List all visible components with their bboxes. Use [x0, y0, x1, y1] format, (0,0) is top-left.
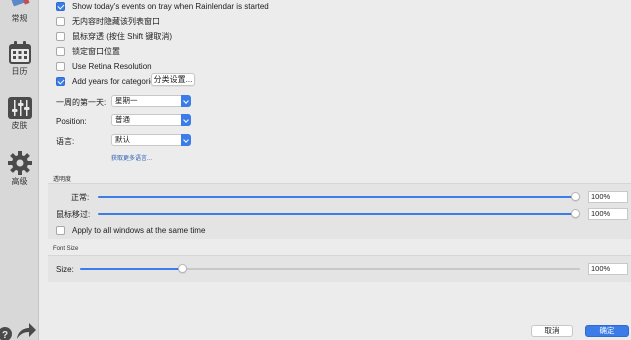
select-value: 星期一	[115, 96, 138, 105]
sidebar-item-label: 常规	[11, 14, 28, 23]
sidebar-item-general[interactable]: 常规	[0, 0, 39, 24]
checkbox-label: 鼠标穿透 (按住 Shift 键取消)	[72, 31, 173, 41]
language-label: 语言:	[56, 137, 75, 146]
gear-icon	[7, 151, 32, 175]
font-size-label: Size:	[56, 265, 74, 274]
normal-opacity-label: 正常:	[71, 193, 90, 202]
checkbox[interactable]	[56, 31, 65, 41]
hover-opacity-label: 鼠标移过:	[56, 210, 91, 219]
sidebar: 常规 日历 皮肤 高级 ?	[0, 0, 39, 340]
sidebar-item-calendar[interactable]: 日历	[0, 41, 39, 77]
chevron-down-icon	[181, 134, 191, 146]
sidebar-item-skin[interactable]: 皮肤	[0, 97, 39, 131]
svg-text:?: ?	[2, 330, 8, 340]
hover-opacity-slider[interactable]	[98, 213, 576, 215]
checkbox[interactable]	[56, 1, 65, 11]
checkbox-row-click-through[interactable]: 鼠标穿透 (按住 Shift 键取消)	[56, 30, 172, 42]
main-panel: Show today's events on tray when Rainlen…	[40, 0, 631, 340]
font-size-title: Font Size	[53, 246, 79, 252]
select-value: 默认	[115, 135, 130, 144]
slider-fill	[98, 213, 572, 215]
category-settings-button[interactable]: 分类设置...	[151, 73, 195, 86]
checkbox-label: Show today's events on tray when Rainlen…	[72, 1, 269, 11]
slider-knob[interactable]	[571, 192, 580, 201]
checkbox-label: Use Retina Resolution	[72, 61, 152, 71]
sidebar-item-label: 皮肤	[11, 121, 28, 130]
sidebar-item-label: 高级	[11, 177, 28, 186]
checkbox[interactable]	[56, 225, 65, 235]
transparency-title: 透明度	[53, 177, 72, 183]
font-size-value[interactable]: 100%	[588, 263, 628, 275]
checkbox-row-show-today[interactable]: Show today's events on tray when Rainlen…	[56, 0, 269, 12]
checkbox-label: Apply to all windows at the same time	[72, 225, 206, 235]
slider-knob[interactable]	[571, 209, 580, 218]
checkbox-row-apply-all[interactable]: Apply to all windows at the same time	[56, 224, 205, 236]
font-size-slider[interactable]	[80, 268, 580, 270]
more-languages-link[interactable]: 获取更多语言...	[111, 153, 152, 162]
share-icon[interactable]	[15, 322, 37, 340]
cancel-button[interactable]: 取消	[531, 325, 573, 337]
checkbox-label: Add years for categories	[72, 76, 159, 86]
slider-knob[interactable]	[178, 264, 187, 273]
slider-fill	[98, 196, 572, 198]
sidebar-item-label: 日历	[11, 67, 28, 76]
position-label: Position:	[56, 117, 87, 126]
checkbox-row-lock-position[interactable]: 锁定窗口位置	[56, 45, 120, 57]
hover-opacity-value[interactable]: 100%	[588, 208, 628, 220]
chevron-down-icon	[181, 95, 191, 107]
first-day-label: 一周的第一天:	[56, 98, 107, 107]
checkbox-row-hide-empty[interactable]: 无内容时隐藏该列表窗口	[56, 15, 160, 27]
checkbox[interactable]	[56, 76, 65, 86]
first-day-select[interactable]: 星期一	[111, 95, 191, 107]
sliders-icon	[7, 97, 32, 119]
normal-opacity-slider[interactable]	[98, 196, 576, 198]
checkbox-row-retina[interactable]: Use Retina Resolution	[56, 60, 152, 72]
checkbox[interactable]	[56, 61, 65, 71]
sidebar-item-advanced[interactable]: 高级	[0, 151, 39, 187]
checkbox-row-add-years[interactable]: Add years for categories	[56, 75, 159, 87]
calendar-icon	[8, 41, 31, 64]
language-select[interactable]: 默认	[111, 134, 191, 146]
normal-opacity-value[interactable]: 100%	[588, 191, 628, 203]
checkbox[interactable]	[56, 46, 65, 56]
checkbox[interactable]	[56, 16, 65, 26]
slider-fill	[80, 268, 182, 270]
checkbox-label: 无内容时隐藏该列表窗口	[72, 16, 160, 26]
checkbox-label: 锁定窗口位置	[72, 46, 120, 56]
chevron-down-icon	[181, 114, 191, 126]
help-icon[interactable]: ?	[0, 322, 14, 340]
ok-button[interactable]: 确定	[585, 325, 629, 337]
position-select[interactable]: 普通	[111, 114, 191, 126]
pencil-icon	[10, 0, 30, 7]
select-value: 普通	[115, 115, 130, 124]
